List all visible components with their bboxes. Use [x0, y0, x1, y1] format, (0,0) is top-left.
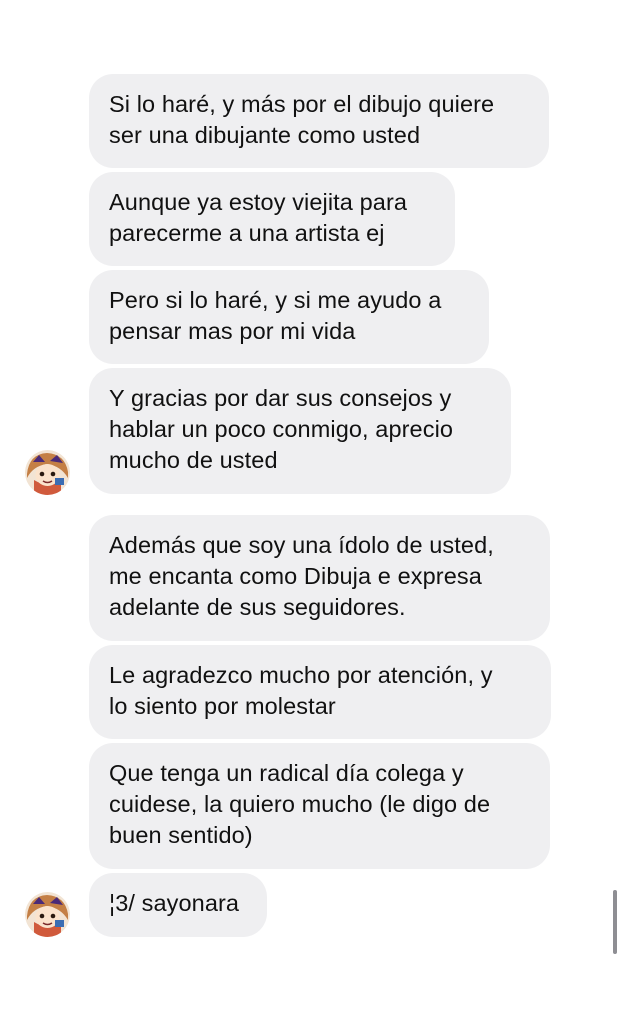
message-bubble[interactable]: Además que soy una ídolo de usted, me en…	[89, 515, 550, 641]
message-text: parecerme a una artista ej	[109, 220, 385, 246]
message-text: cuidese, la quiero mucho (le digo de	[109, 791, 491, 817]
message-text: ¦3/ sayonara	[109, 890, 240, 916]
message-text: Que tenga un radical día colega y	[109, 760, 464, 786]
message-bubble[interactable]: Pero si lo haré, y si me ayudo a pensar …	[89, 270, 489, 364]
message-bubble[interactable]: Le agradezco mucho por atención, y lo si…	[89, 645, 551, 739]
message-text: Además que soy una ídolo de usted,	[109, 532, 494, 558]
message-bubble[interactable]: Y gracias por dar sus consejos y hablar …	[89, 368, 511, 494]
message-bubble[interactable]: Si lo haré, y más por el dibujo quiere s…	[89, 74, 549, 168]
message-text: Pero si lo haré, y si me ayudo a	[109, 287, 442, 313]
avatar-icon	[25, 450, 70, 495]
message-text: Si lo haré, y más por el dibujo quiere	[109, 91, 495, 117]
message-text: buen sentido)	[109, 822, 253, 848]
message-text: ser una dibujante como usted	[109, 122, 421, 148]
message-text: hablar un poco conmigo, aprecio	[109, 416, 454, 442]
message-text: Y gracias por dar sus consejos y	[109, 385, 452, 411]
message-bubble[interactable]: Aunque ya estoy viejita para parecerme a…	[89, 172, 455, 266]
message-bubble[interactable]: Que tenga un radical día colega y cuides…	[89, 743, 550, 869]
scrollbar[interactable]	[613, 890, 617, 954]
sender-avatar[interactable]	[25, 450, 70, 495]
message-text: mucho de usted	[109, 447, 278, 473]
message-bubble[interactable]: ¦3/ sayonara	[89, 873, 267, 937]
message-text: pensar mas por mi vida	[109, 318, 356, 344]
message-text: adelante de sus seguidores.	[109, 594, 406, 620]
message-text: Le agradezco mucho por atención, y	[109, 662, 493, 688]
sender-avatar[interactable]	[25, 892, 70, 937]
avatar-icon	[25, 892, 70, 937]
message-text: Aunque ya estoy viejita para	[109, 189, 408, 215]
message-text: lo siento por molestar	[109, 693, 336, 719]
message-text: me encanta como Dibuja e expresa	[109, 563, 482, 589]
